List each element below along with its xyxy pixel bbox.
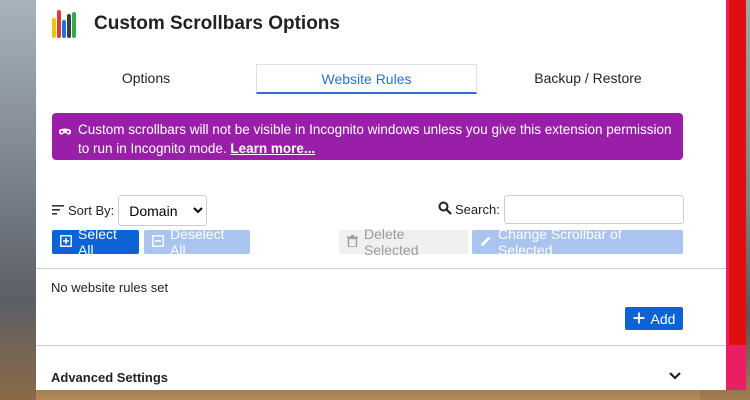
notice-text: Custom scrollbars will not be visible in… xyxy=(78,122,672,156)
incognito-mask-icon xyxy=(58,123,72,142)
background-desktop-left xyxy=(0,0,36,400)
search-icon xyxy=(438,201,452,218)
tab-website-rules[interactable]: Website Rules xyxy=(256,64,477,94)
rules-divider-top xyxy=(36,268,726,269)
deselect-all-button[interactable]: Deselect All xyxy=(144,226,250,258)
page-header: Custom Scrollbars Options xyxy=(52,10,340,38)
rules-divider-bottom xyxy=(36,345,726,346)
advanced-settings-toggle[interactable]: Advanced Settings xyxy=(51,370,168,385)
search-control: Search: xyxy=(438,195,684,224)
page-title: Custom Scrollbars Options xyxy=(94,13,340,34)
tab-options[interactable]: Options xyxy=(52,64,240,94)
change-scrollbar-label: Change Scrollbar of Selected xyxy=(498,226,622,258)
incognito-notice: Custom scrollbars will not be visible in… xyxy=(52,113,683,160)
empty-rules-message: No website rules set xyxy=(51,280,169,295)
options-panel: Custom Scrollbars Options Options Websit… xyxy=(36,0,726,390)
select-all-label: Select All xyxy=(78,226,117,258)
sort-control: Sort By: Domain xyxy=(52,195,208,226)
deselect-all-label: Deselect All xyxy=(170,226,225,258)
plus-icon xyxy=(633,311,645,327)
pencil-icon xyxy=(480,235,492,250)
learn-more-link[interactable]: Learn more... xyxy=(230,141,315,156)
plus-square-icon xyxy=(60,234,72,250)
delete-selected-label: Delete Selected xyxy=(364,226,419,258)
chevron-down-icon[interactable] xyxy=(669,367,681,383)
minus-square-icon xyxy=(152,234,164,250)
add-rule-label: Add xyxy=(650,310,676,327)
add-rule-button[interactable]: Add xyxy=(625,307,683,330)
page-scrollbar-thumb[interactable] xyxy=(729,0,746,345)
tab-backup-restore[interactable]: Backup / Restore xyxy=(493,64,683,94)
select-all-button[interactable]: Select All xyxy=(52,226,139,258)
sort-lines-icon xyxy=(52,203,64,218)
sort-select[interactable]: Domain xyxy=(118,195,208,226)
sort-label: Sort By: xyxy=(68,203,115,218)
search-label: Search: xyxy=(455,202,500,217)
scrollbars-logo-icon xyxy=(52,10,78,38)
delete-selected-button[interactable]: Delete Selected xyxy=(339,226,468,258)
search-input[interactable] xyxy=(503,195,684,224)
trash-icon xyxy=(347,234,358,250)
change-scrollbar-button[interactable]: Change Scrollbar of Selected xyxy=(472,226,683,258)
tab-bar: Options Website Rules Backup / Restore xyxy=(36,64,726,94)
